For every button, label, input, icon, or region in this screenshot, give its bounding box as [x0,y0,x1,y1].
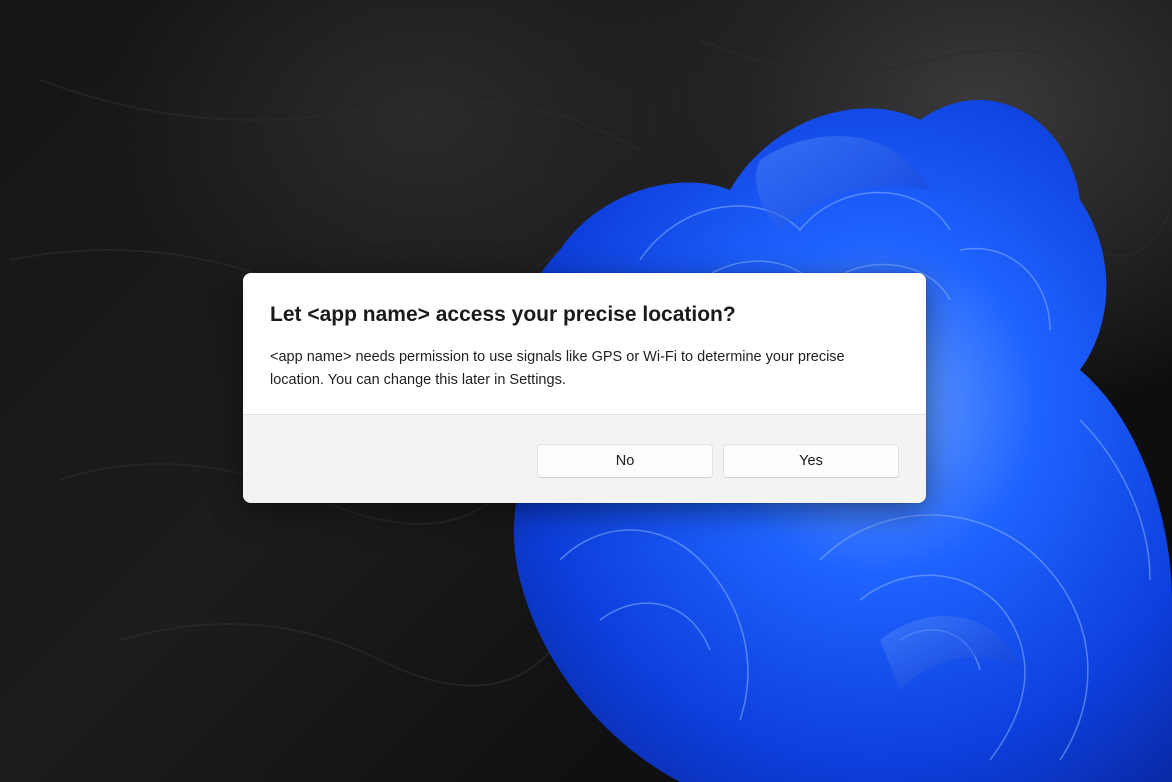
no-button[interactable]: No [537,444,713,478]
dialog-title: Let <app name> access your precise locat… [270,303,736,326]
yes-button[interactable]: Yes [723,444,899,478]
location-permission-dialog: Let <app name> access your precise locat… [243,273,926,503]
dialog-content: Let <app name> access your precise locat… [243,273,926,414]
dialog-footer: No Yes [243,414,926,503]
dialog-message: <app name> needs permission to use signa… [270,349,845,388]
